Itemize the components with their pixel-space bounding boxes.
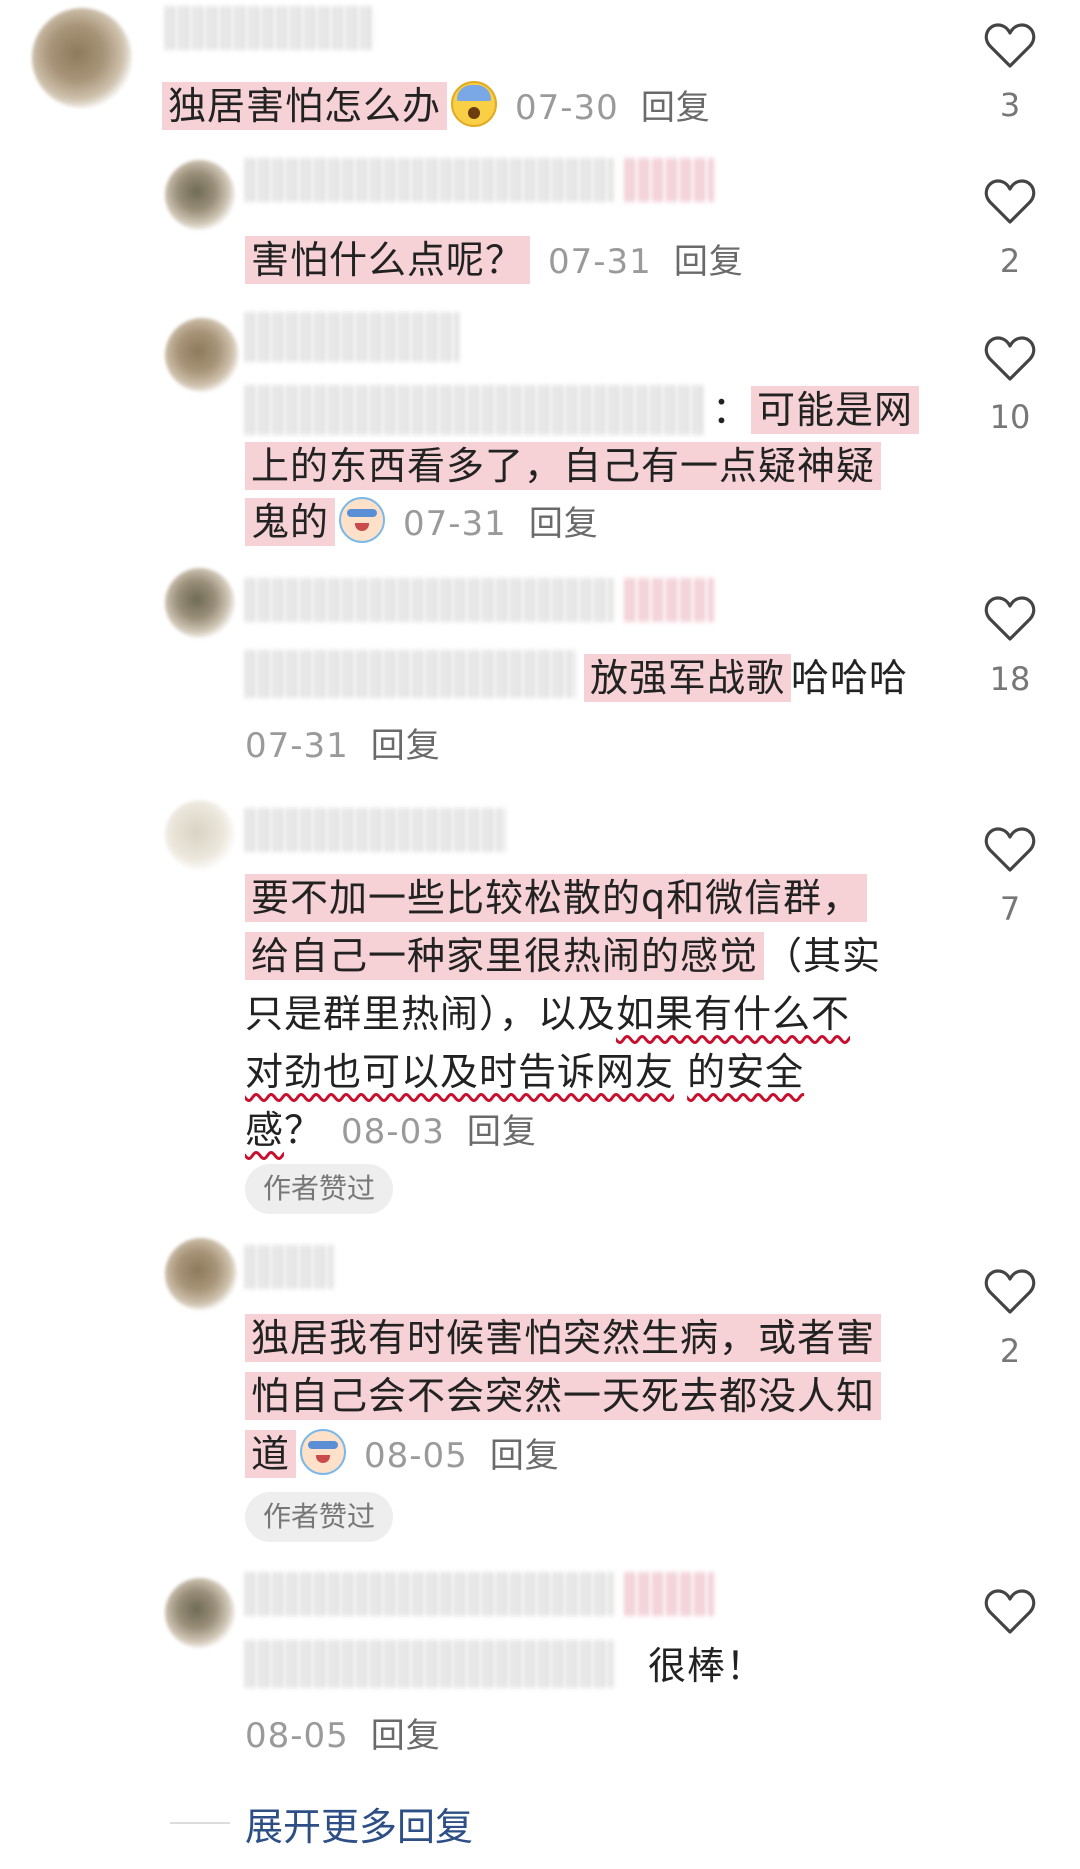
username-blurred	[245, 1640, 615, 1688]
like-heart-icon[interactable]	[984, 595, 1036, 643]
comment-body: 放强军战歌	[584, 654, 792, 702]
comment-text: 只是群里热闹），以及如果有什么不	[245, 986, 850, 1043]
comment-text: 对劲也可以及时告诉网友 的安全	[245, 1044, 804, 1101]
comment-body-line3a: 只是群里热闹），以及	[245, 992, 617, 1036]
username-blurred	[625, 1572, 715, 1616]
crying-face-icon	[300, 1429, 347, 1475]
username-blurred	[625, 158, 715, 202]
comment-text: 害怕什么点呢？ 07-31 回复	[245, 232, 744, 291]
comment-body-line1: 独居我有时候害怕突然生病，或者害	[245, 1314, 882, 1362]
like-heart-icon[interactable]	[984, 22, 1036, 70]
username-blurred[interactable]	[245, 158, 615, 202]
comment-date: 07-31	[548, 242, 652, 282]
like-heart-icon[interactable]	[984, 1268, 1036, 1316]
comment-date: 07-31	[403, 504, 507, 544]
comment-body-line3: 鬼的	[245, 498, 336, 546]
avatar[interactable]	[165, 568, 235, 638]
like-count: 2	[999, 1332, 1021, 1370]
reply-button[interactable]: 回复	[529, 504, 599, 544]
comment-body: 害怕什么点呢？	[245, 236, 531, 284]
comment-text: 鬼的 07-31 回复	[245, 494, 599, 553]
comment-body: 独居害怕怎么办	[162, 82, 448, 130]
username-blurred[interactable]	[245, 1245, 335, 1289]
username-blurred[interactable]	[245, 578, 615, 622]
like-count: 2	[999, 242, 1021, 280]
author-liked-badge: 作者赞过	[245, 1164, 394, 1214]
comment-body-line5a: 感	[245, 1108, 285, 1152]
avatar[interactable]	[32, 8, 132, 108]
comment-body-line1: 要不加一些比较松散的q和微信群，	[245, 874, 868, 922]
username-blurred	[625, 578, 715, 622]
username-blurred[interactable]	[245, 1572, 615, 1616]
comment-text: 独居害怕怎么办 07-30 回复	[162, 78, 711, 137]
expand-more-replies-link[interactable]: 展开更多回复	[245, 1796, 473, 1851]
username-blurred[interactable]	[245, 312, 460, 362]
like-heart-icon[interactable]	[984, 335, 1036, 383]
comment-date: 07-31	[245, 726, 349, 766]
username-blurred	[245, 385, 705, 435]
comment-body-line4b: 的安全	[687, 1050, 805, 1094]
comment-meta: 08-05 回复	[245, 1706, 441, 1765]
crying-face-icon	[339, 497, 386, 543]
comment-text: 给自己一种家里很热闹的感觉 （其实	[245, 928, 881, 985]
comment-date: 07-30	[515, 88, 619, 128]
comment-body-line4a: 对劲也可以及时告诉网友	[245, 1050, 675, 1094]
comment-date: 08-03	[341, 1112, 445, 1152]
comment-text: 很棒！	[648, 1638, 765, 1695]
avatar[interactable]	[165, 1578, 235, 1648]
fearful-face-icon	[451, 81, 498, 127]
like-count: 3	[999, 86, 1021, 124]
comment-body-rest: 哈哈哈	[791, 656, 909, 700]
reply-colon: ：	[712, 388, 752, 432]
avatar[interactable]	[165, 1238, 237, 1310]
comment-body-line2-rest: （其实	[764, 934, 882, 978]
like-heart-icon[interactable]	[984, 178, 1036, 226]
like-heart-icon[interactable]	[984, 1588, 1036, 1636]
comment-text: ：可能是网	[712, 382, 920, 439]
comment-body-line2: 怕自己会不会突然一天死去都没人知	[245, 1372, 882, 1420]
reply-button[interactable]: 回复	[371, 1716, 441, 1756]
comment-date: 08-05	[245, 1716, 349, 1756]
comment-text: 道 08-05 回复	[245, 1426, 560, 1485]
username-blurred	[245, 650, 575, 698]
expand-divider	[170, 1822, 230, 1824]
comment-meta: 07-31 回复	[245, 716, 441, 775]
reply-button[interactable]: 回复	[490, 1436, 560, 1476]
comment-body-line3b: 如果有什么不	[616, 992, 851, 1036]
username-blurred[interactable]	[165, 6, 375, 50]
avatar[interactable]	[165, 318, 239, 392]
avatar[interactable]	[165, 800, 235, 870]
comment-body: 很棒！	[648, 1644, 766, 1688]
reply-button[interactable]: 回复	[467, 1112, 537, 1152]
reply-button[interactable]: 回复	[641, 88, 711, 128]
like-count: 10	[989, 398, 1031, 436]
comment-text: 要不加一些比较松散的q和微信群，	[245, 870, 868, 927]
comment-text: 放强军战歌 哈哈哈	[584, 650, 908, 707]
comment-body-line1: 可能是网	[751, 386, 920, 434]
like-heart-icon[interactable]	[984, 826, 1036, 874]
comment-date: 08-05	[364, 1436, 468, 1476]
reply-button[interactable]: 回复	[674, 242, 744, 282]
comment-body-line5b: ？	[284, 1108, 324, 1152]
comment-text: 独居我有时候害怕突然生病，或者害	[245, 1310, 882, 1367]
comment-text: 上的东西看多了，自己有一点疑神疑	[245, 438, 882, 495]
username-blurred[interactable]	[245, 808, 505, 852]
comment-body-line2: 上的东西看多了，自己有一点疑神疑	[245, 442, 882, 490]
comment-text: 感？ 08-03 回复	[245, 1102, 537, 1161]
like-count: 7	[999, 890, 1021, 928]
comment-body-line3: 道	[245, 1430, 297, 1478]
reply-button[interactable]: 回复	[371, 726, 441, 766]
comment-body-line2: 给自己一种家里很热闹的感觉	[245, 932, 765, 980]
like-count: 18	[989, 660, 1031, 698]
comment-text: 怕自己会不会突然一天死去都没人知	[245, 1368, 882, 1425]
avatar[interactable]	[165, 160, 235, 230]
author-liked-badge: 作者赞过	[245, 1492, 394, 1542]
